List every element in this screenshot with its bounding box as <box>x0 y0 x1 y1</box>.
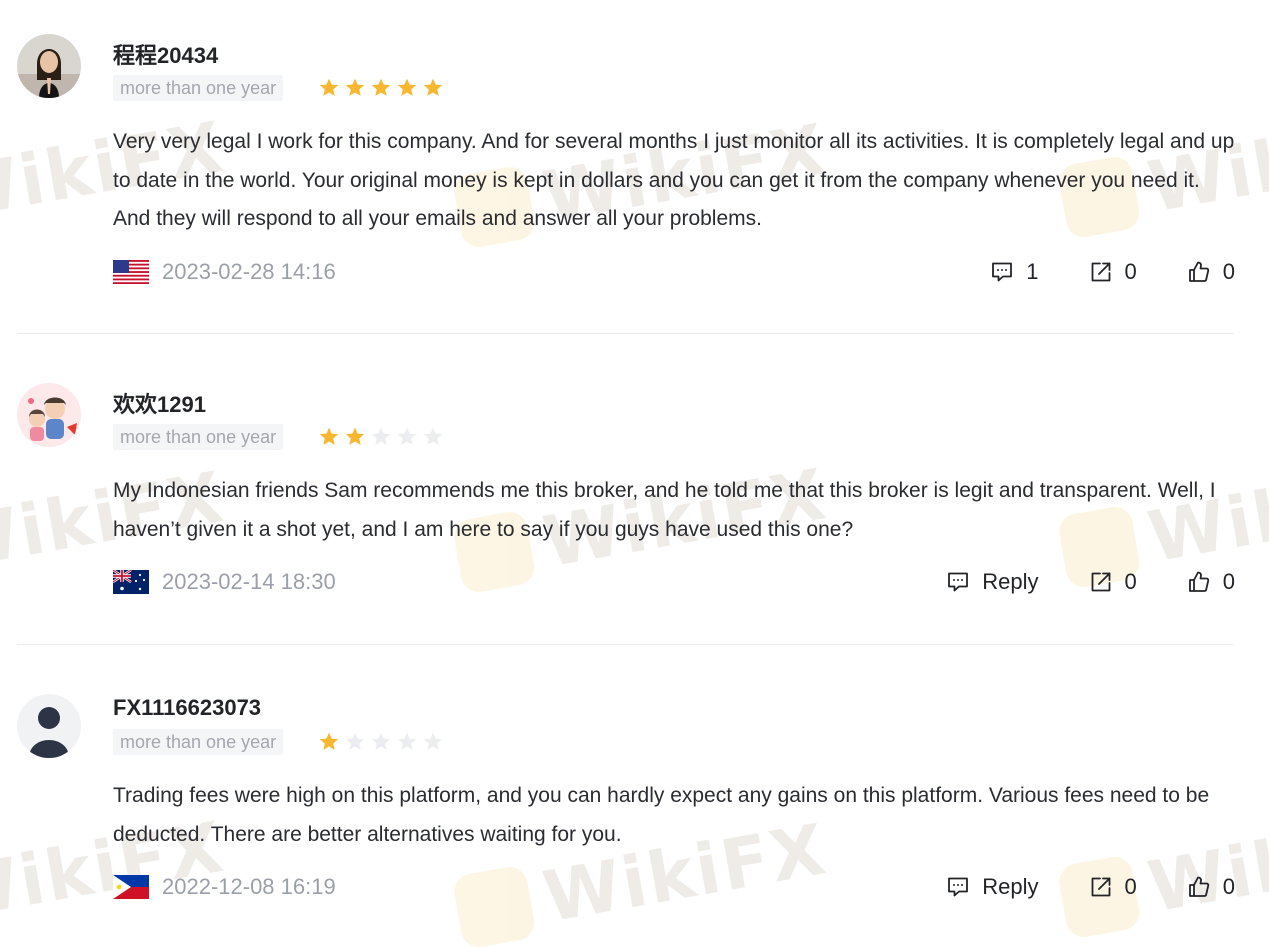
us-flag-icon <box>113 260 149 284</box>
share-external-icon <box>1091 877 1110 897</box>
star-filled-icon <box>371 78 391 96</box>
reviews-page: WikiFX WikiFX WikiFX WikiFX WikiFX WikiF… <box>0 0 1269 947</box>
comment-dots-icon <box>992 262 1013 282</box>
review-actions: 1 0 0 <box>990 259 1235 285</box>
duration-tag: more than one year <box>113 729 284 755</box>
reply-label: 1 <box>1026 259 1039 284</box>
star-empty-icon <box>423 427 443 445</box>
star-filled-icon <box>345 78 365 96</box>
star-filled-icon <box>345 427 365 445</box>
like-count: 0 <box>1222 569 1235 594</box>
star-empty-icon <box>371 427 391 445</box>
share-button[interactable]: 0 <box>1089 874 1137 900</box>
review-actions: Reply 0 0 <box>946 874 1235 900</box>
share-count: 0 <box>1124 259 1137 284</box>
divider <box>17 333 1234 334</box>
star-empty-icon <box>423 732 443 750</box>
reply-button[interactable]: 1 <box>990 259 1039 285</box>
australia-flag-icon <box>113 570 149 594</box>
like-button[interactable]: 0 <box>1187 569 1235 595</box>
divider <box>17 644 1234 645</box>
star-empty-icon <box>345 732 365 750</box>
username[interactable]: 欢欢1291 <box>113 387 206 419</box>
review-date: 2023-02-14 18:30 <box>162 569 336 594</box>
like-count: 0 <box>1222 259 1235 284</box>
star-empty-icon <box>371 732 391 750</box>
star-filled-icon <box>319 732 339 750</box>
comment-dots-icon <box>948 877 969 897</box>
duration-tag: more than one year <box>113 424 284 450</box>
thumbs-up-icon <box>1188 876 1209 897</box>
reply-label: Reply <box>982 874 1039 899</box>
reply-button[interactable]: Reply <box>946 569 1039 595</box>
star-rating <box>318 426 444 448</box>
star-filled-icon <box>319 427 339 445</box>
review-meta: 2023-02-14 18:30 Reply 0 0 <box>113 567 1235 597</box>
share-button[interactable]: 0 <box>1089 259 1137 285</box>
star-empty-icon <box>397 732 417 750</box>
share-button[interactable]: 0 <box>1089 569 1137 595</box>
star-rating <box>318 77 444 99</box>
avatar[interactable] <box>17 383 81 447</box>
share-external-icon <box>1091 572 1110 592</box>
review-text: Trading fees were high on this platform,… <box>113 784 1210 846</box>
review-date: 2022-12-08 16:19 <box>162 874 336 899</box>
review-date: 2023-02-28 14:16 <box>162 259 336 284</box>
reply-button[interactable]: Reply <box>946 874 1039 900</box>
star-empty-icon <box>397 427 417 445</box>
star-filled-icon <box>319 78 339 96</box>
review-text: My Indonesian friends Sam recommends me … <box>113 479 1216 541</box>
star-filled-icon <box>423 78 443 96</box>
username[interactable]: 程程20434 <box>113 38 218 70</box>
duration-tag: more than one year <box>113 75 284 101</box>
share-count: 0 <box>1124 569 1137 594</box>
avatar[interactable] <box>17 694 81 758</box>
like-button[interactable]: 0 <box>1187 259 1235 285</box>
review-text: Very very legal I work for this company.… <box>113 130 1235 230</box>
thumbs-up-icon <box>1188 571 1209 592</box>
review-actions: Reply 0 0 <box>946 569 1235 595</box>
share-external-icon <box>1091 262 1110 282</box>
username[interactable]: FX1116623073 <box>113 695 261 721</box>
star-filled-icon <box>397 78 417 96</box>
share-count: 0 <box>1124 874 1137 899</box>
reply-label: Reply <box>982 569 1039 594</box>
star-rating <box>318 731 444 753</box>
thumbs-up-icon <box>1188 261 1209 282</box>
like-button[interactable]: 0 <box>1187 874 1235 900</box>
review-meta: 2022-12-08 16:19 Reply 0 0 <box>113 872 1235 902</box>
like-count: 0 <box>1222 874 1235 899</box>
review-meta: 2023-02-28 14:16 1 0 0 <box>113 257 1235 287</box>
comment-dots-icon <box>948 572 969 592</box>
avatar[interactable] <box>17 34 81 98</box>
philippines-flag-icon <box>113 875 149 899</box>
